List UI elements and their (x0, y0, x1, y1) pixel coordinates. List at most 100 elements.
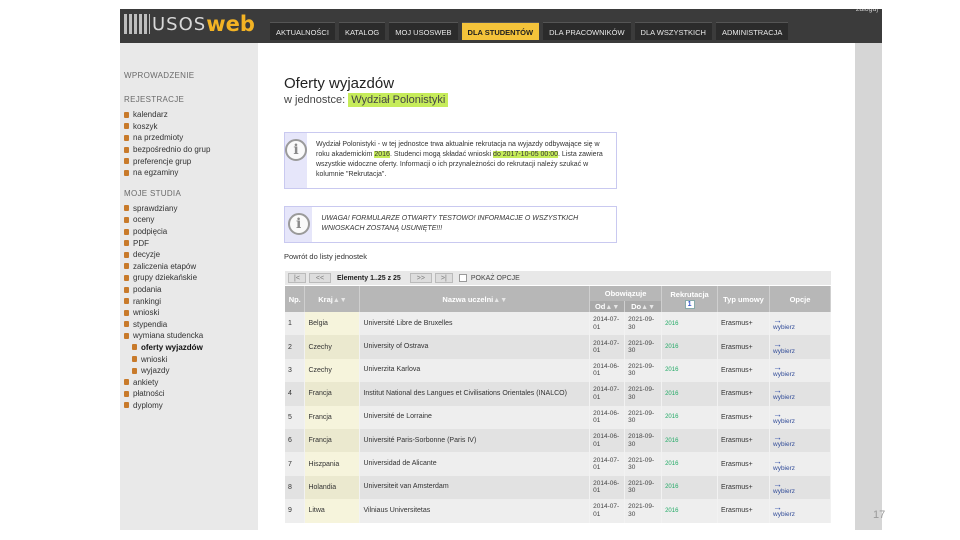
header-do[interactable]: Do▲▼ (624, 301, 663, 312)
sidebar-item[interactable]: grupy dziekańskie (124, 272, 254, 284)
table-row: 3 Czechy Univerzita Karlova 2014-06-01 2021-… (285, 358, 831, 383)
cell-opcje[interactable]: → wybierz (769, 428, 831, 453)
cell-uczelnia[interactable]: Universiteit van Amsterdam (359, 475, 591, 500)
sidebar-item[interactable]: kalendarz (124, 109, 254, 121)
cell-uczelnia[interactable]: Universidad de Alicante (359, 452, 591, 476)
cell-uczelnia[interactable]: Vilniaus Universitetas (359, 499, 591, 523)
back-to-units-link[interactable]: Powrót do listy jednostek (284, 252, 367, 261)
cell-opcje[interactable]: → wybierz (769, 452, 831, 476)
sidebar-item[interactable]: bezpośrednio do grup (124, 144, 254, 156)
bullet-icon (124, 228, 129, 235)
cell-kraj: Czechy (304, 358, 361, 383)
cell-opcje[interactable]: → wybierz (769, 475, 831, 500)
unit-name[interactable]: Wydział Polonistyki (348, 93, 449, 107)
warning-text: UWAGA! FORMULARZE OTWARTY TESTOWO! INFOR… (321, 215, 579, 232)
next-page-button[interactable]: >> (409, 273, 432, 283)
arrow-right-icon: → (773, 478, 782, 489)
select-offer-link[interactable]: → wybierz (773, 362, 827, 378)
prev-page-button[interactable]: << (309, 273, 331, 283)
cell-opcje[interactable]: → wybierz (769, 335, 831, 359)
sidebar-item[interactable]: oceny (124, 214, 254, 226)
sidebar-item[interactable]: wymiana studencka (124, 330, 254, 342)
bullet-icon (132, 367, 137, 374)
tab-katalog[interactable]: KATALOG (338, 22, 386, 40)
sidebar-section-header[interactable]: MOJE STUDIA (124, 189, 254, 199)
recruitment-link[interactable]: 1 (684, 299, 695, 309)
usosweb-logo[interactable]: USOS web (124, 11, 255, 37)
show-options-checkbox[interactable] (458, 274, 467, 282)
sort-icon[interactable]: ▲▼ (333, 297, 347, 304)
cell-uczelnia[interactable]: Institut National des Langues et Civilis… (359, 382, 591, 406)
arrow-right-icon: → (773, 502, 782, 513)
tab-dla-pracownikow[interactable]: DLA PRACOWNIKÓW (543, 22, 631, 40)
sidebar-item[interactable]: na przedmioty (124, 132, 254, 144)
sidebar-section-header[interactable]: REJESTRACJE (124, 95, 254, 105)
cell-opcje[interactable]: → wybierz (769, 312, 831, 336)
cell-uczelnia[interactable]: University of Ostrava (359, 335, 591, 359)
sidebar-item[interactable]: na egzaminy (124, 167, 254, 179)
sidebar-item[interactable]: PDF (124, 237, 254, 249)
select-offer-link[interactable]: → wybierz (773, 478, 827, 495)
recruitment-info-text: Wydział Polonistyki - w tej jednostce tr… (316, 141, 603, 178)
sidebar-item[interactable]: stypendia (124, 319, 254, 331)
bullet-icon (124, 146, 129, 153)
select-offer-link[interactable]: → wybierz (773, 433, 827, 449)
cell-uczelnia[interactable]: Univerzita Karlova (359, 358, 591, 383)
header-od[interactable]: Od▲▼ (589, 301, 626, 312)
select-offer-link[interactable]: → wybierz (773, 502, 827, 519)
tab-aktualnosci[interactable]: AKTUALNOŚCI (270, 22, 335, 40)
cell-opcje[interactable]: → wybierz (769, 405, 831, 429)
cell-od: 2014-07-01 (589, 335, 626, 359)
sidebar-item[interactable]: rankingi (124, 295, 254, 307)
select-offer-link[interactable]: → wybierz (773, 409, 827, 425)
sidebar-item[interactable]: preferencje grup (124, 155, 254, 167)
sidebar-item-label: sprawdziany (133, 203, 178, 213)
bullet-icon (124, 286, 129, 293)
bullet-icon (124, 158, 129, 165)
sidebar-item[interactable]: płatności (124, 388, 254, 400)
tab-dla-studentow[interactable]: DLA STUDENTÓW (461, 22, 540, 40)
cell-opcje[interactable]: → wybierz (769, 358, 831, 383)
sidebar-item[interactable]: zaliczenia etapów (124, 261, 254, 273)
cell-kraj: Francja (304, 405, 361, 429)
bullet-icon (124, 251, 129, 258)
sidebar: WPROWADZENIE REJESTRACJE kalendarz koszyk na… (124, 71, 254, 421)
last-page-button[interactable]: >| (434, 273, 453, 283)
cell-uczelnia[interactable]: Université de Lorraine (359, 405, 591, 429)
cell-uczelnia[interactable]: Université Paris-Sorbonne (Paris IV) (359, 428, 591, 453)
cell-uczelnia[interactable]: Université Libre de Bruxelles (359, 312, 591, 336)
select-offer-link[interactable]: → wybierz (773, 339, 827, 355)
header-kraj[interactable]: Kraj▲▼ (304, 286, 361, 312)
cell-opcje[interactable]: → wybierz (769, 382, 831, 406)
sidebar-item[interactable]: decyzje (124, 249, 254, 261)
sidebar-item[interactable]: dyplomy (124, 400, 254, 412)
sidebar-item[interactable]: wnioski (124, 353, 254, 365)
tab-dla-wszystkich[interactable]: DLA WSZYSTKICH (634, 22, 712, 40)
tab-moj-usosweb[interactable]: MOJ USOSWEB (389, 22, 458, 40)
sidebar-item-label: wnioski (133, 308, 160, 318)
sidebar-item[interactable]: podpięcia (124, 226, 254, 238)
sidebar-item[interactable]: oferty wyjazdów (124, 342, 254, 354)
sidebar-item[interactable]: podania (124, 284, 254, 296)
cell-do: 2018-09-30 (624, 428, 663, 453)
sidebar-item[interactable]: koszyk (124, 121, 254, 133)
header-uczelnia[interactable]: Nazwa uczelni▲▼ (359, 286, 591, 312)
select-offer-link[interactable]: → wybierz (773, 316, 827, 332)
cell-kraj: Czechy (304, 335, 361, 359)
tab-administracja[interactable]: ADMINISTRACJA (715, 22, 789, 40)
sidebar-item[interactable]: ankiety (124, 376, 254, 388)
table-row: 6 Francja Université Paris-Sorbonne (Paris… (285, 428, 831, 453)
select-offer-link[interactable]: → wybierz (773, 386, 827, 402)
sort-icon[interactable]: ▲▼ (493, 297, 507, 304)
first-page-button[interactable]: |< (288, 273, 306, 283)
select-offer-link[interactable]: → wybierz (773, 456, 827, 472)
sidebar-item-label: rankingi (133, 296, 162, 306)
sidebar-item[interactable]: wnioski (124, 307, 254, 319)
sidebar-item[interactable]: sprawdziany (124, 203, 254, 215)
cell-opcje[interactable]: → wybierz (769, 499, 831, 523)
login-link[interactable]: zaloguj (856, 9, 878, 13)
info-icon: i (285, 139, 307, 161)
sidebar-item[interactable]: wyjazdy (124, 365, 254, 377)
recruitment-info-box: i Wydział Polonistyki - w tej jednostce … (284, 132, 617, 189)
sidebar-section-header[interactable]: WPROWADZENIE (124, 71, 254, 81)
